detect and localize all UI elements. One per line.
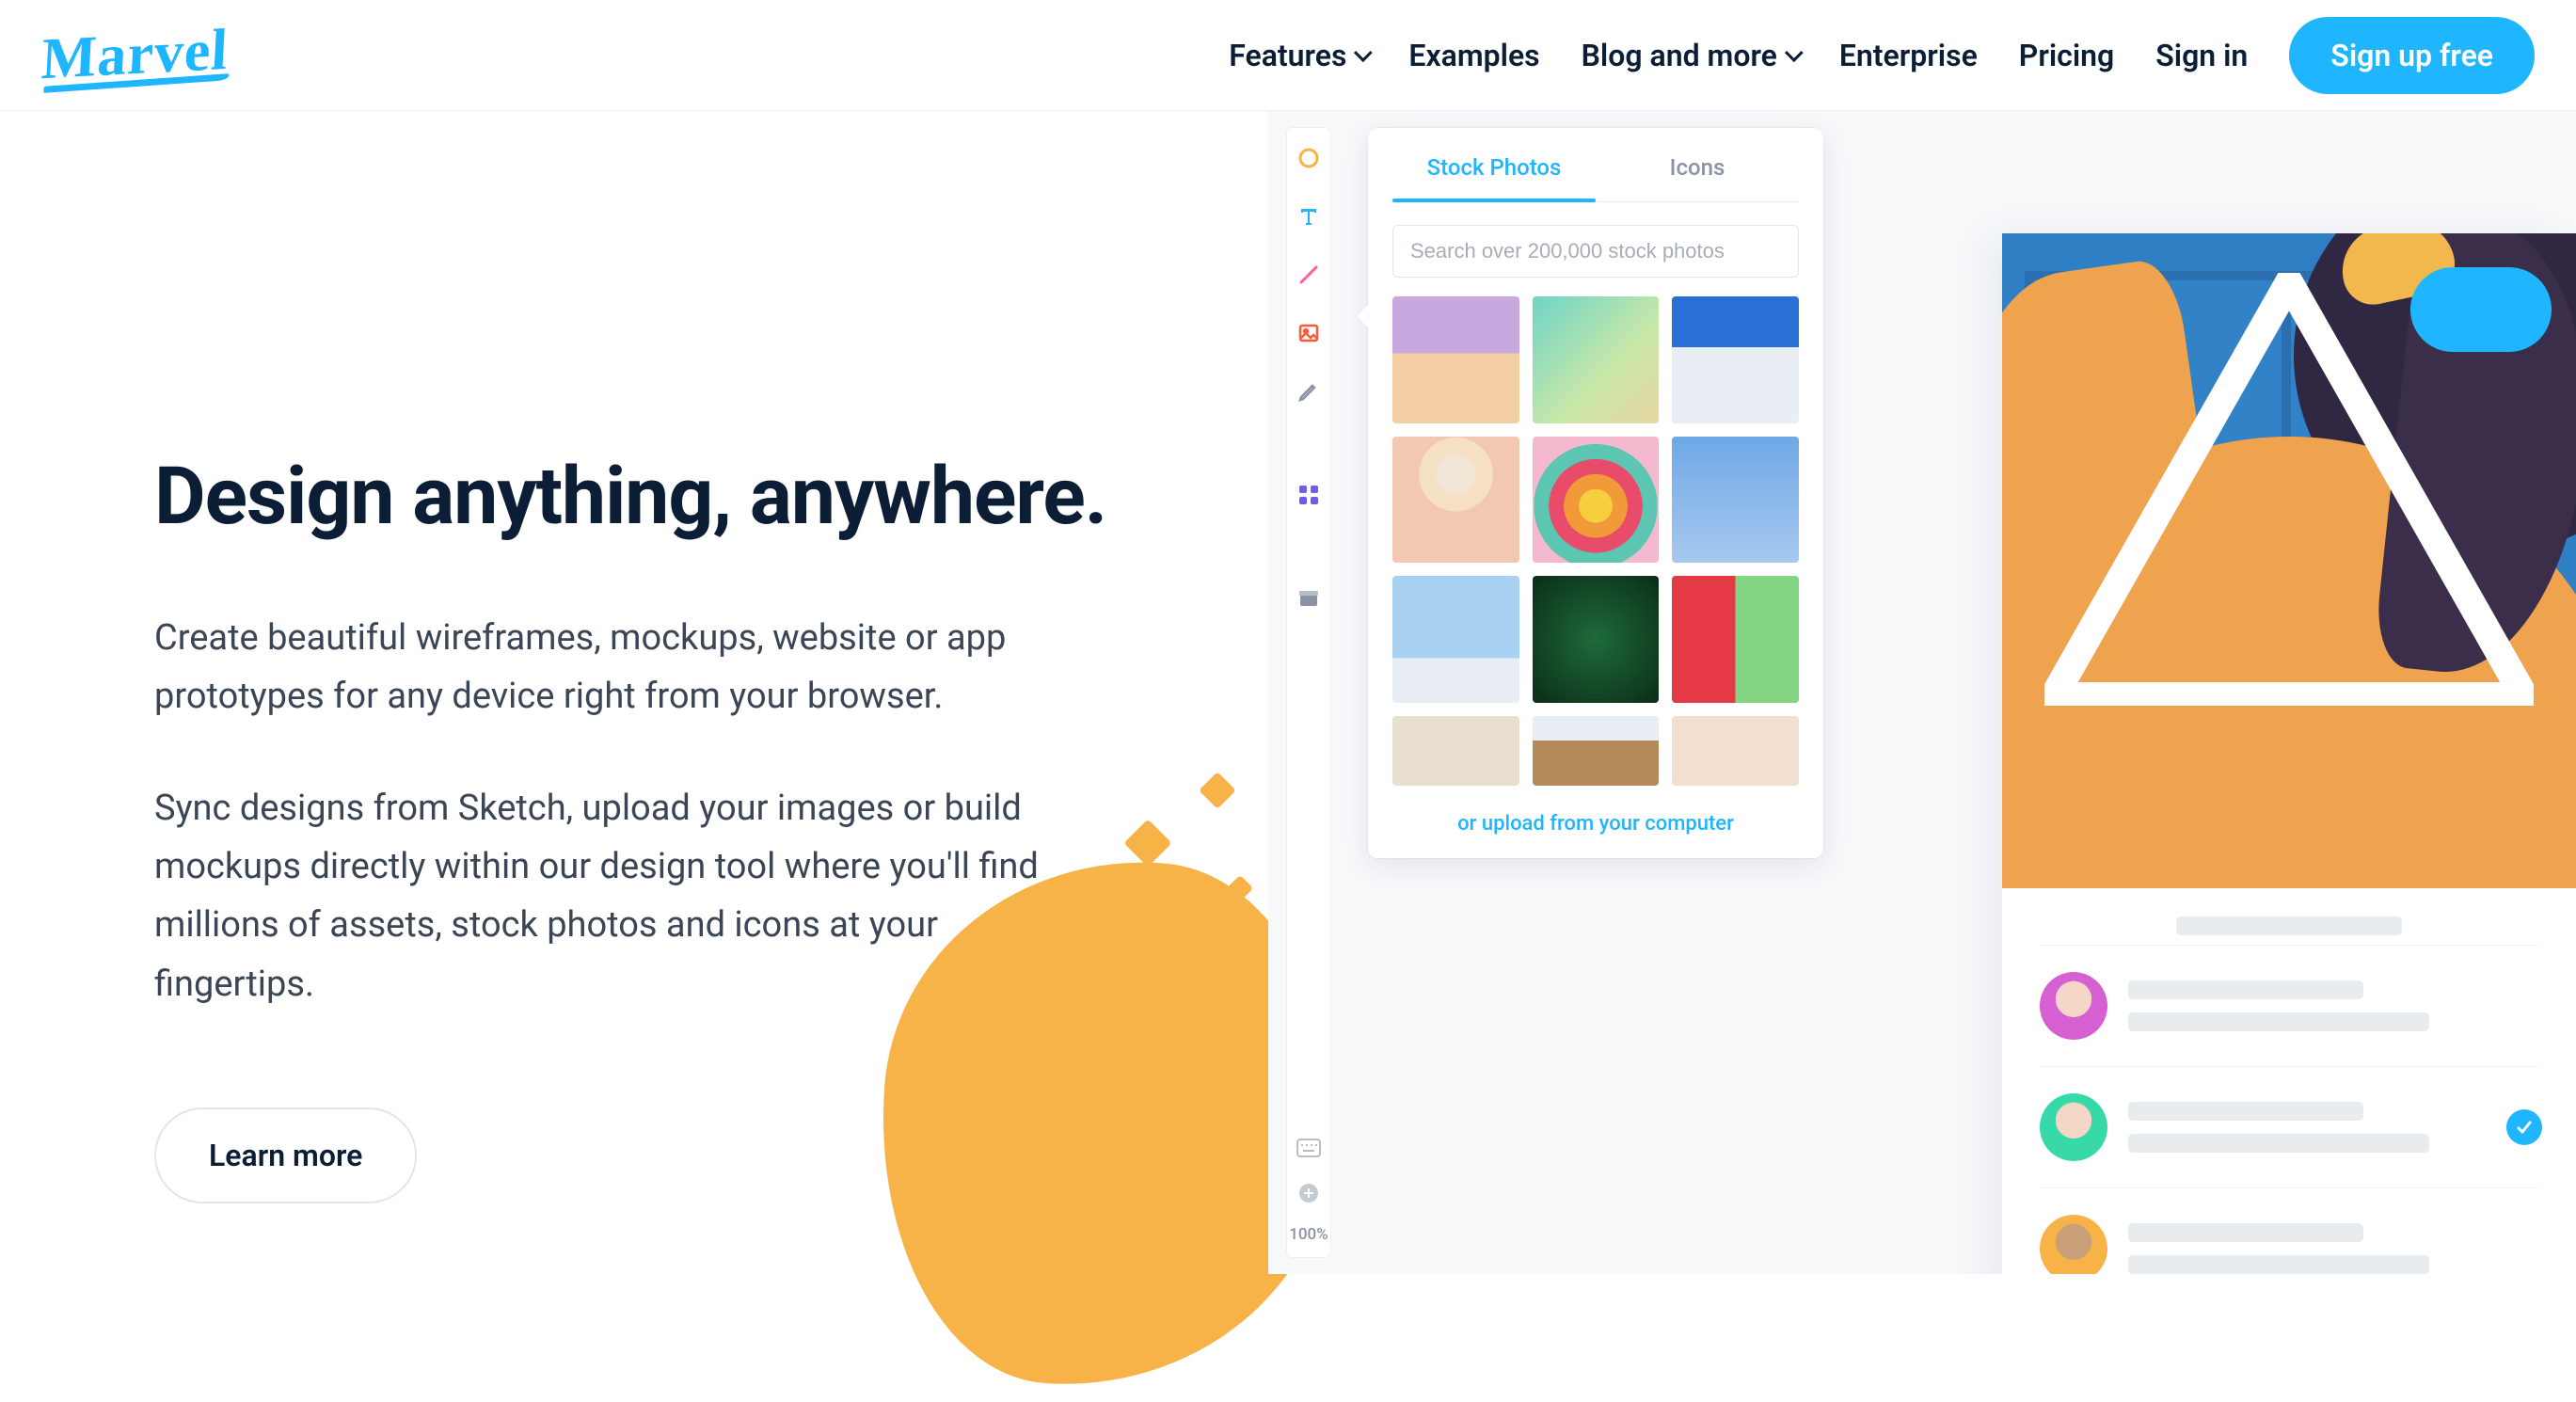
stock-thumb[interactable]	[1672, 296, 1799, 423]
nav-pricing[interactable]: Pricing	[2019, 38, 2114, 73]
hero-paragraph-1: Create beautiful wireframes, mockups, we…	[154, 609, 1057, 726]
rail-bottom: 100%	[1289, 1135, 1328, 1257]
placeholder-bar	[2128, 1255, 2429, 1274]
comment-row[interactable]	[2040, 1187, 2538, 1274]
avatar	[2040, 972, 2107, 1040]
nav-features-label: Features	[1229, 38, 1346, 73]
learn-more-button[interactable]: Learn more	[154, 1107, 417, 1203]
stock-search-input[interactable]	[1392, 225, 1799, 278]
components-tool-icon[interactable]	[1296, 482, 1322, 508]
image-tool-icon[interactable]	[1296, 320, 1322, 346]
thumbnail-grid	[1368, 296, 1823, 703]
panel-tabs: Stock Photos Icons	[1368, 128, 1823, 201]
stock-thumb[interactable]	[1392, 296, 1519, 423]
triangle-overlay-icon	[2044, 273, 2534, 706]
main-content: Design anything, anywhere. Create beauti…	[0, 111, 2576, 1274]
stock-thumb[interactable]	[1533, 437, 1660, 564]
hero-section: Design anything, anywhere. Create beauti…	[0, 111, 1268, 1274]
brand-logo[interactable]: Marvel	[40, 17, 230, 94]
text-tool-icon[interactable]	[1296, 203, 1322, 230]
signup-button[interactable]: Sign up free	[2289, 17, 2535, 94]
assets-panel: Stock Photos Icons	[1368, 128, 1823, 858]
stock-thumb[interactable]	[1392, 716, 1519, 786]
zoom-in-icon[interactable]	[1296, 1180, 1322, 1206]
tab-icons[interactable]: Icons	[1596, 128, 1799, 201]
comment-row[interactable]	[2040, 1066, 2538, 1187]
zoom-level-label: 100%	[1289, 1225, 1328, 1244]
line-tool-icon[interactable]	[1296, 262, 1322, 288]
placeholder-bar	[2128, 1012, 2429, 1031]
placeholder-bar	[2128, 1223, 2363, 1242]
shape-tool-icon[interactable]	[1296, 145, 1322, 171]
sparkle-icon	[1199, 772, 1236, 809]
placeholder-bar	[2128, 1134, 2429, 1153]
site-header: Marvel Features Examples Blog and more E…	[0, 0, 2576, 111]
upload-link[interactable]: or upload from your computer	[1368, 812, 1823, 836]
tool-rail: 100%	[1287, 128, 1330, 1257]
nav-examples[interactable]: Examples	[1408, 38, 1539, 73]
nav-enterprise[interactable]: Enterprise	[1839, 38, 1978, 73]
stock-thumb[interactable]	[1392, 576, 1519, 703]
comment-lines	[2128, 1223, 2538, 1274]
stock-thumb[interactable]	[1533, 716, 1660, 786]
stock-thumb[interactable]	[1533, 576, 1660, 703]
nav-features[interactable]: Features	[1229, 38, 1367, 73]
hero-title: Design anything, anywhere.	[154, 450, 1268, 543]
comments-list	[2002, 888, 2576, 1274]
nav-blog-label: Blog and more	[1582, 38, 1777, 73]
comment-lines	[2128, 980, 2538, 1031]
chevron-down-icon	[1785, 43, 1804, 62]
placeholder-bar	[2128, 980, 2363, 999]
preview-card	[2002, 233, 2576, 1274]
check-badge-icon	[2506, 1109, 2542, 1145]
sparkle-icon	[1124, 820, 1172, 868]
stock-thumb[interactable]	[1533, 296, 1660, 423]
avatar	[2040, 1215, 2107, 1274]
panel-caret-icon	[1357, 305, 1368, 327]
tab-underline	[1392, 201, 1799, 202]
preview-image	[2002, 233, 2576, 888]
thumbnail-grid-partial	[1368, 716, 1823, 786]
placeholder-bar	[2176, 916, 2402, 935]
stock-thumb[interactable]	[1672, 716, 1799, 786]
stock-thumb[interactable]	[1672, 576, 1799, 703]
pencil-tool-icon[interactable]	[1296, 378, 1322, 405]
placeholder-bar	[2128, 1102, 2363, 1121]
design-canvas: 100% Stock Photos Icons	[1268, 111, 2576, 1274]
nav-blog[interactable]: Blog and more	[1582, 38, 1798, 73]
comment-lines	[2128, 1102, 2538, 1153]
stock-thumb[interactable]	[1392, 437, 1519, 564]
comment-row[interactable]	[2040, 945, 2538, 1066]
keyboard-icon[interactable]	[1296, 1135, 1322, 1161]
primary-nav: Features Examples Blog and more Enterpri…	[1229, 17, 2535, 94]
archive-tool-icon[interactable]	[1296, 585, 1322, 612]
stock-thumb[interactable]	[1672, 437, 1799, 564]
nav-signin[interactable]: Sign in	[2155, 38, 2248, 73]
search-wrapper	[1392, 225, 1799, 278]
chevron-down-icon	[1354, 43, 1373, 62]
avatar	[2040, 1093, 2107, 1161]
tab-stock-photos[interactable]: Stock Photos	[1392, 128, 1596, 201]
